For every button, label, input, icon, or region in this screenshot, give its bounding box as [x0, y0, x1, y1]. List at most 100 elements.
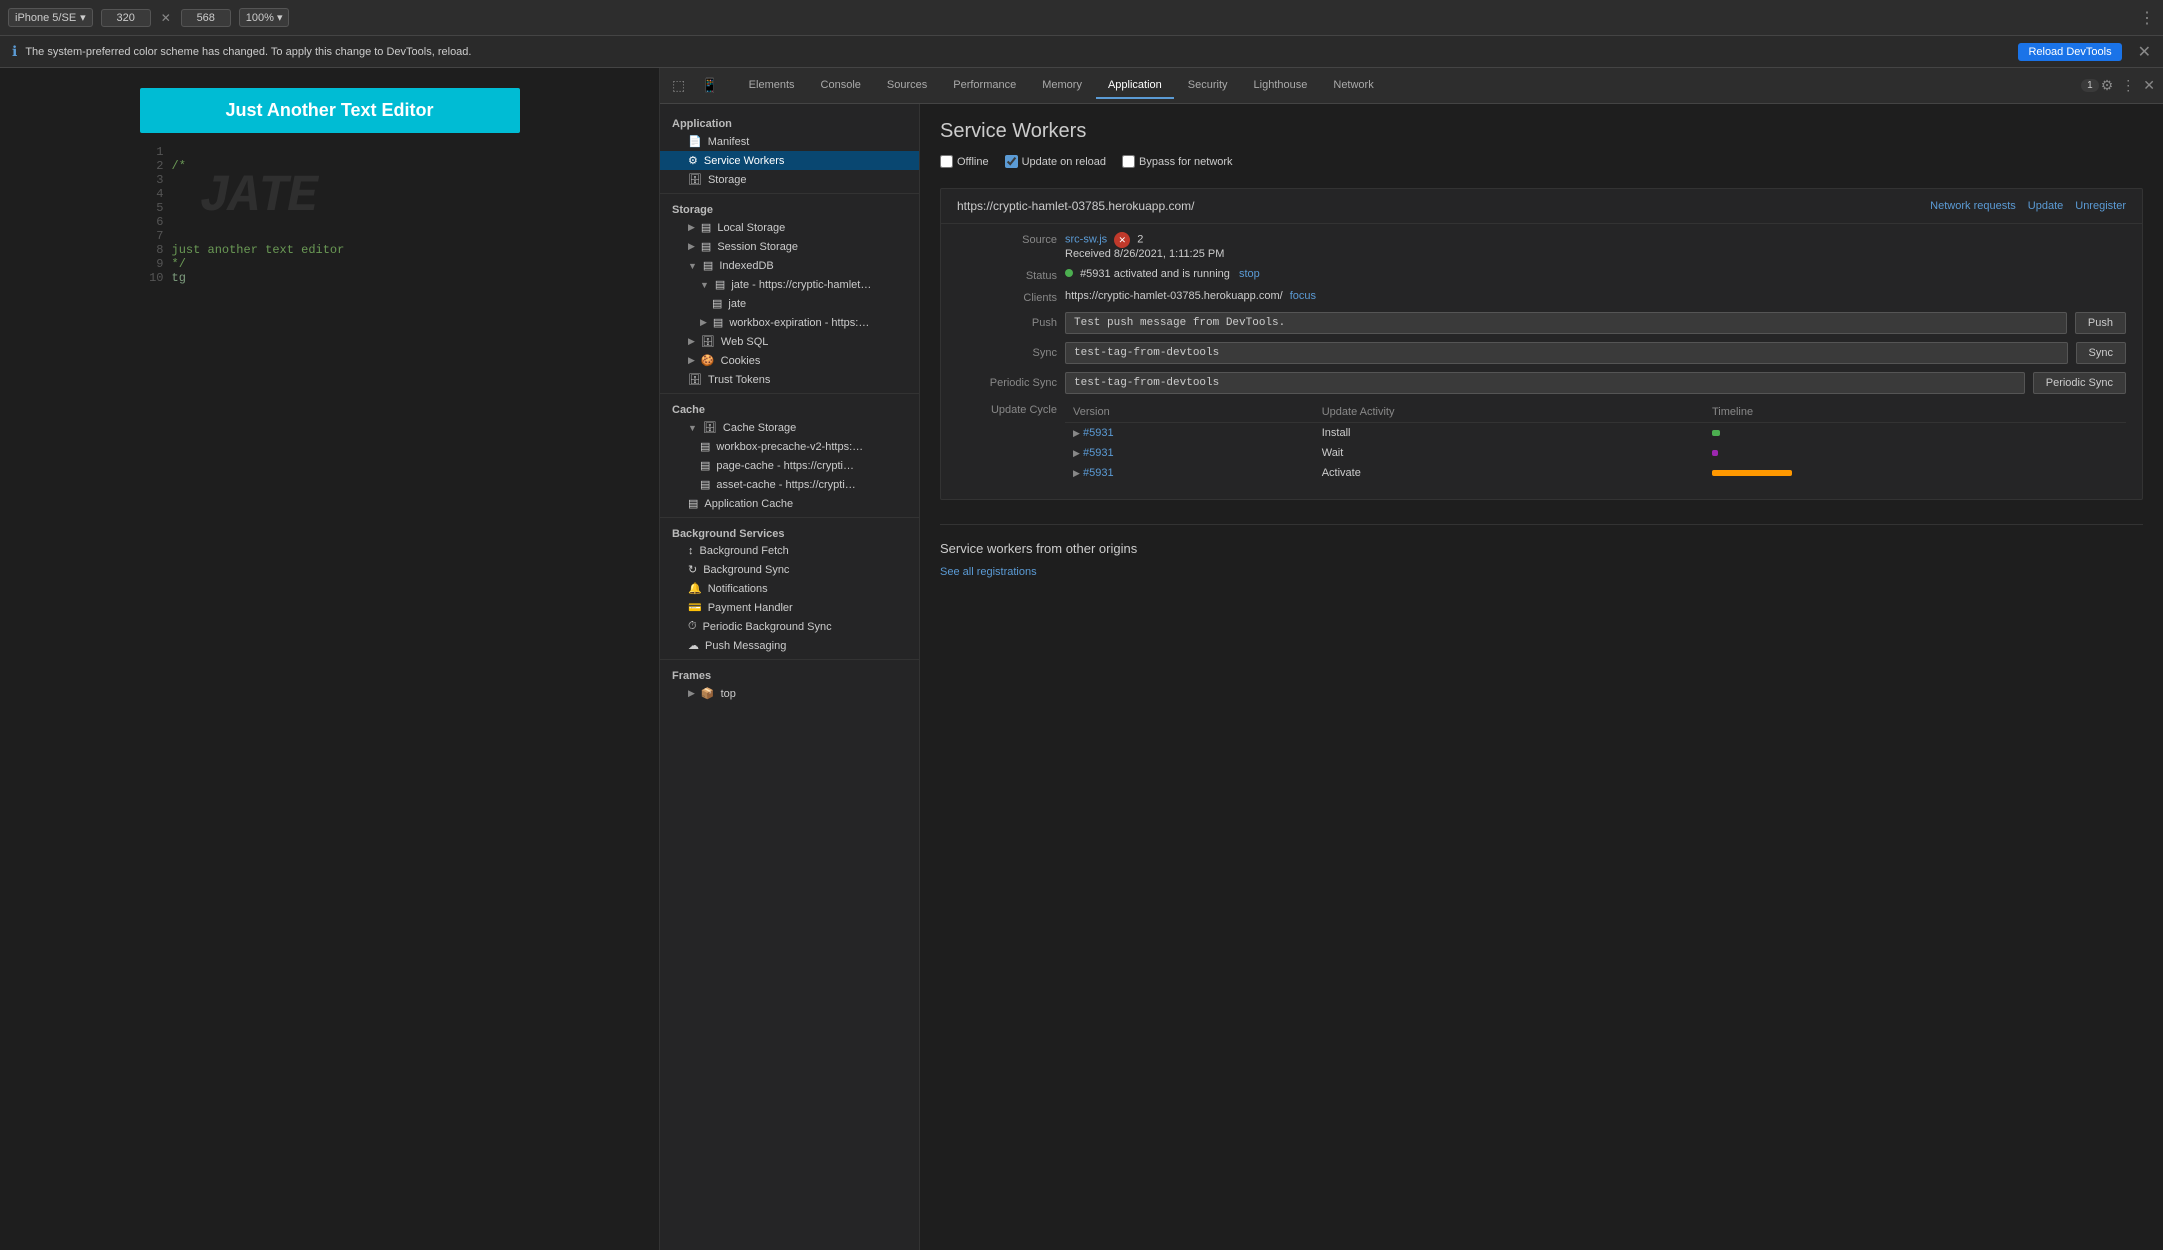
- sidebar-item-periodic-background-sync-label: Periodic Background Sync: [703, 621, 832, 633]
- tab-security[interactable]: Security: [1176, 73, 1240, 99]
- sidebar-item-background-sync[interactable]: ↻ Background Sync: [660, 560, 919, 579]
- sw-push-row: Push Push: [957, 312, 2126, 334]
- offline-checkbox-label[interactable]: Offline: [940, 155, 989, 168]
- device-selector[interactable]: iPhone 5/SE ▾: [8, 8, 93, 27]
- expand-icon-wait[interactable]: ▶: [1073, 448, 1080, 458]
- version-link-activate[interactable]: #5931: [1083, 467, 1114, 479]
- bypass-for-network-label: Bypass for network: [1139, 156, 1233, 168]
- sync-input[interactable]: [1065, 342, 2068, 364]
- update-on-reload-checkbox[interactable]: [1005, 155, 1018, 168]
- stop-link[interactable]: stop: [1239, 268, 1260, 280]
- notification-text: The system-preferred color scheme has ch…: [25, 46, 2010, 58]
- version-link-install[interactable]: #5931: [1083, 427, 1114, 439]
- update-on-reload-checkbox-label[interactable]: Update on reload: [1005, 155, 1106, 168]
- focus-link[interactable]: focus: [1290, 290, 1316, 302]
- trust-tokens-icon: 🗄: [688, 373, 702, 386]
- network-requests-link[interactable]: Network requests: [1930, 200, 2016, 212]
- version-activate: ▶ #5931: [1065, 463, 1314, 483]
- zoom-selector[interactable]: 100% ▾: [239, 8, 290, 27]
- unregister-link[interactable]: Unregister: [2075, 200, 2126, 212]
- expand-icon-install[interactable]: ▶: [1073, 428, 1080, 438]
- sidebar-item-page-cache[interactable]: ▤ page-cache - https://crypti…: [660, 456, 919, 475]
- sidebar-item-payment-handler-label: Payment Handler: [708, 602, 793, 614]
- periodic-sync-label: Periodic Sync: [957, 377, 1057, 389]
- web-sql-arrow: ▶: [688, 336, 695, 347]
- periodic-bg-sync-icon: ⏱: [688, 620, 697, 633]
- sidebar-item-service-workers[interactable]: ⚙ Service Workers: [660, 151, 919, 170]
- sidebar-item-workbox-precache[interactable]: ▤ workbox-precache-v2-https:…: [660, 437, 919, 456]
- table-row-activate: ▶ #5931 Activate: [1065, 463, 2126, 483]
- sidebar-item-session-storage[interactable]: ▶ ▤ Session Storage: [660, 237, 919, 256]
- source-sw-link[interactable]: src-sw.js: [1065, 234, 1107, 246]
- timeline-activate: [1704, 463, 2126, 483]
- see-all-registrations-link[interactable]: See all registrations: [940, 566, 1037, 578]
- sidebar-item-cookies[interactable]: ▶ 🍪 Cookies: [660, 351, 919, 370]
- bypass-for-network-checkbox[interactable]: [1122, 155, 1135, 168]
- jate-db-icon: ▤: [715, 278, 725, 291]
- tab-network[interactable]: Network: [1321, 73, 1385, 99]
- sidebar-item-jate[interactable]: ▤ jate: [660, 294, 919, 313]
- sidebar-item-payment-handler[interactable]: 💳 Payment Handler: [660, 598, 919, 617]
- tab-sources[interactable]: Sources: [875, 73, 939, 99]
- push-input[interactable]: [1065, 312, 2067, 334]
- tab-performance[interactable]: Performance: [941, 73, 1028, 99]
- tab-lighthouse[interactable]: Lighthouse: [1242, 73, 1320, 99]
- sidebar-item-background-fetch[interactable]: ↕ Background Fetch: [660, 542, 919, 560]
- bypass-for-network-checkbox-label[interactable]: Bypass for network: [1122, 155, 1233, 168]
- sidebar-item-indexeddb[interactable]: ▼ ▤ IndexedDB: [660, 256, 919, 275]
- sw-entry: https://cryptic-hamlet-03785.herokuapp.c…: [940, 188, 2143, 500]
- close-devtools-icon[interactable]: ✕: [2143, 77, 2155, 94]
- divider-4: [660, 659, 919, 660]
- device-preview-panel: Just Another Text Editor JATE 1 2/* 3 4 …: [0, 68, 660, 1250]
- tab-console[interactable]: Console: [809, 73, 873, 99]
- table-row-install: ▶ #5931 Install: [1065, 423, 2126, 444]
- expand-icon-activate[interactable]: ▶: [1073, 468, 1080, 478]
- background-fetch-icon: ↕: [688, 545, 694, 557]
- timeline-wait: [1704, 443, 2126, 463]
- devtools-body: Application 📄 Manifest ⚙ Service Workers…: [660, 104, 2163, 1250]
- topbar-more-button[interactable]: ⋮: [2139, 8, 2155, 28]
- web-sql-icon: 🗄: [701, 335, 715, 348]
- sidebar-item-application-cache[interactable]: ▤ Application Cache: [660, 494, 919, 513]
- sync-button[interactable]: Sync: [2076, 342, 2126, 364]
- offline-checkbox[interactable]: [940, 155, 953, 168]
- sidebar-item-workbox-expiration[interactable]: ▶ ▤ workbox-expiration - https:…: [660, 313, 919, 332]
- version-link-wait[interactable]: #5931: [1083, 447, 1114, 459]
- height-input[interactable]: [181, 9, 231, 27]
- frames-top-arrow: ▶: [688, 688, 695, 699]
- tab-application[interactable]: Application: [1096, 73, 1174, 99]
- sidebar-item-manifest[interactable]: 📄 Manifest: [660, 132, 919, 151]
- jate-db-arrow: ▼: [700, 280, 709, 290]
- sidebar-item-cache-storage[interactable]: ▼ 🗄 Cache Storage: [660, 418, 919, 437]
- sidebar-item-storage[interactable]: 🗄 Storage: [660, 170, 919, 189]
- notification-close-button[interactable]: ✕: [2138, 42, 2151, 62]
- width-input[interactable]: [101, 9, 151, 27]
- settings-icon[interactable]: ⚙: [2101, 77, 2114, 94]
- storage-icon: 🗄: [688, 173, 702, 186]
- sidebar-item-storage-label: Storage: [708, 174, 747, 186]
- asset-cache-icon: ▤: [700, 478, 710, 491]
- status-label: Status: [957, 268, 1057, 282]
- sidebar-item-frames-top[interactable]: ▶ 📦 top: [660, 684, 919, 703]
- more-tabs-icon[interactable]: ⋮: [2121, 77, 2135, 94]
- timeline-install: [1704, 423, 2126, 444]
- sidebar-item-push-messaging[interactable]: ☁ Push Messaging: [660, 636, 919, 655]
- periodic-sync-button[interactable]: Periodic Sync: [2033, 372, 2126, 394]
- mobile-icon[interactable]: 📱: [697, 73, 722, 98]
- sidebar-item-trust-tokens[interactable]: 🗄 Trust Tokens: [660, 370, 919, 389]
- sidebar-item-asset-cache[interactable]: ▤ asset-cache - https://crypti…: [660, 475, 919, 494]
- sidebar-item-jate-db[interactable]: ▼ ▤ jate - https://cryptic-hamlet…: [660, 275, 919, 294]
- sidebar-item-periodic-background-sync[interactable]: ⏱ Periodic Background Sync: [660, 617, 919, 636]
- sidebar-item-web-sql[interactable]: ▶ 🗄 Web SQL: [660, 332, 919, 351]
- tab-elements[interactable]: Elements: [737, 73, 807, 99]
- other-origins-section: Service workers from other origins See a…: [940, 524, 2143, 578]
- reload-devtools-button[interactable]: Reload DevTools: [2018, 43, 2121, 61]
- update-link[interactable]: Update: [2028, 200, 2063, 212]
- periodic-sync-input[interactable]: [1065, 372, 2025, 394]
- tab-memory[interactable]: Memory: [1030, 73, 1094, 99]
- cursor-icon[interactable]: ⬚: [668, 73, 689, 98]
- sidebar-item-notifications[interactable]: 🔔 Notifications: [660, 579, 919, 598]
- version-col-header: Version: [1065, 402, 1314, 423]
- sidebar-item-local-storage[interactable]: ▶ ▤ Local Storage: [660, 218, 919, 237]
- push-button[interactable]: Push: [2075, 312, 2126, 334]
